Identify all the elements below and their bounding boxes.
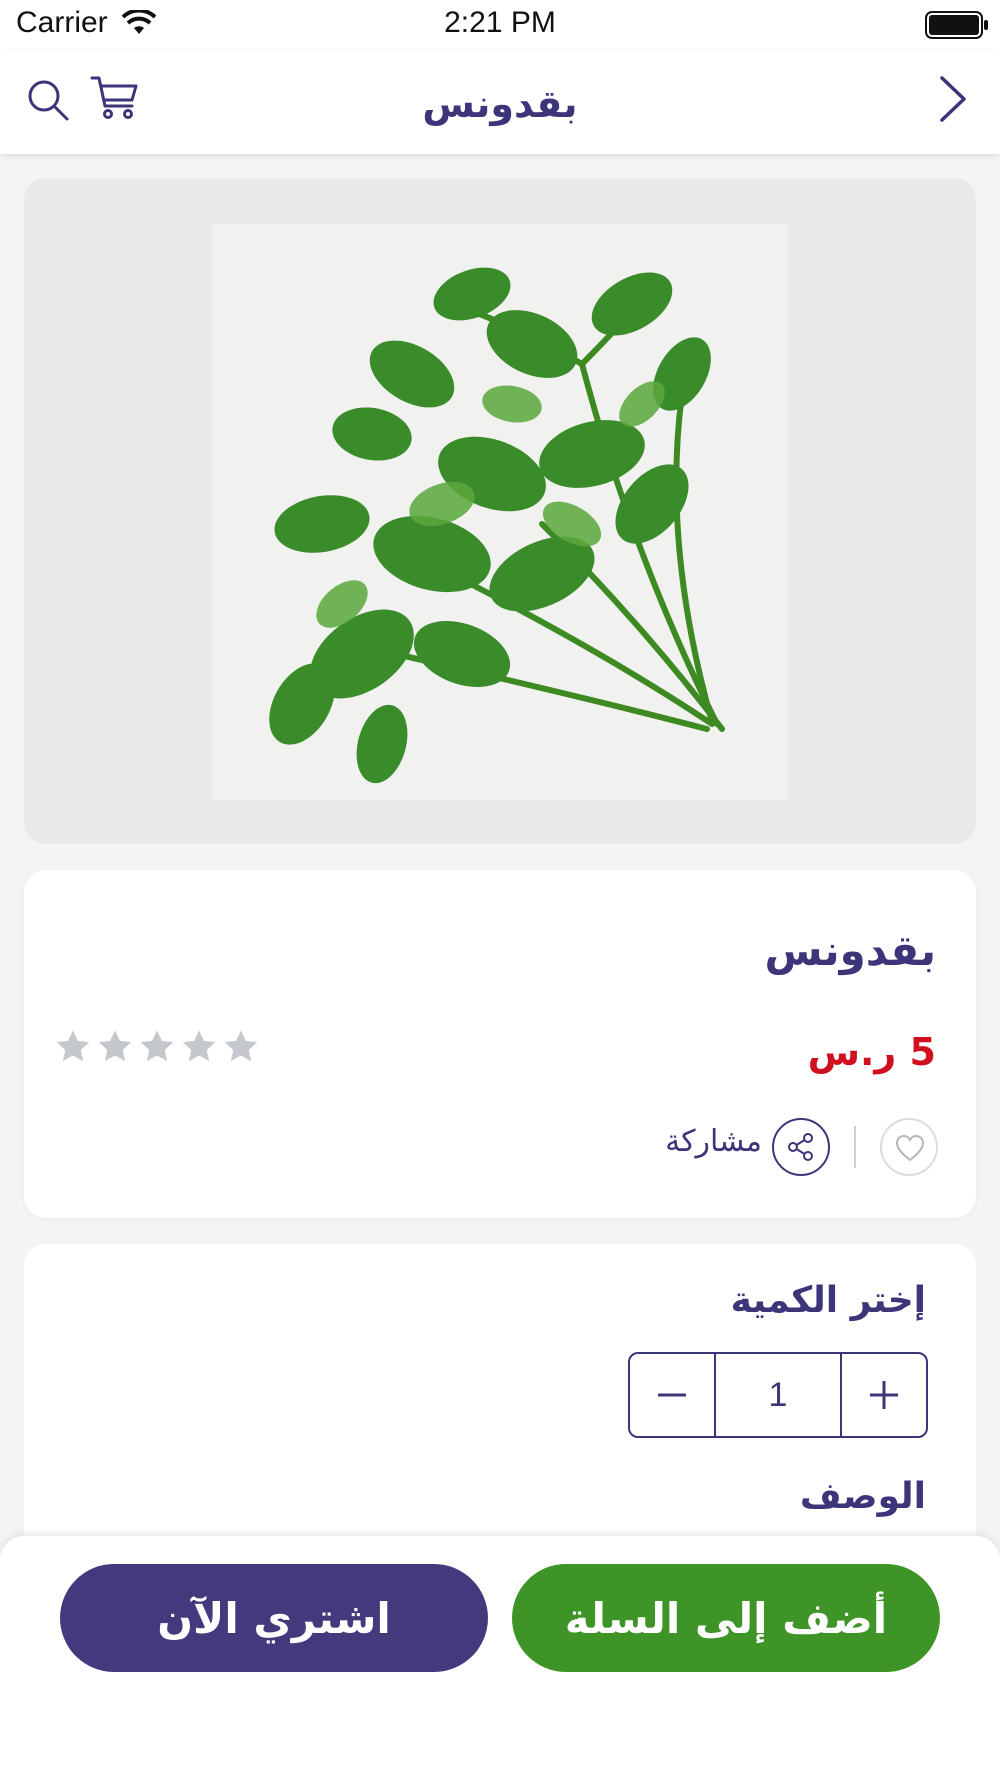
product-price: 5 ر.س: [807, 1030, 936, 1074]
add-to-cart-button[interactable]: أضف إلى السلة: [512, 1564, 940, 1672]
rating-stars[interactable]: [54, 1028, 260, 1066]
star-icon[interactable]: [96, 1028, 134, 1066]
plus-icon: [870, 1381, 898, 1409]
bottom-action-bar: اشتري الآن أضف إلى السلة: [0, 1536, 1000, 1778]
product-image: [212, 224, 788, 800]
product-name: بقدونس: [764, 926, 936, 975]
divider: [854, 1126, 856, 1168]
quantity-value[interactable]: 1: [716, 1354, 840, 1436]
quantity-title: إختر الكمية: [730, 1280, 926, 1321]
star-icon[interactable]: [222, 1028, 260, 1066]
heart-icon: [895, 1134, 925, 1162]
buy-now-button[interactable]: اشتري الآن: [60, 1564, 488, 1672]
product-image-card: [24, 178, 976, 844]
star-icon[interactable]: [180, 1028, 218, 1066]
quantity-increase-button[interactable]: [840, 1354, 926, 1436]
share-label[interactable]: مشاركة: [665, 1124, 762, 1159]
page-title: بقدونس: [422, 82, 578, 126]
nav-bar: بقدونس: [0, 50, 1000, 154]
status-time: 2:21 PM: [444, 6, 556, 39]
star-icon[interactable]: [54, 1028, 92, 1066]
quantity-decrease-button[interactable]: [630, 1354, 716, 1436]
description-title: الوصف: [799, 1476, 926, 1517]
star-icon[interactable]: [138, 1028, 176, 1066]
status-bar: Carrier 2:21 PM: [0, 0, 1000, 50]
share-icon: [788, 1133, 813, 1161]
minus-icon: [658, 1393, 686, 1397]
product-info-card: بقدونس 5 ر.س مشاركة: [24, 870, 976, 1218]
battery-icon: [925, 11, 988, 39]
back-chevron-icon[interactable]: [938, 74, 970, 124]
favorite-button[interactable]: [880, 1118, 938, 1176]
share-button[interactable]: [772, 1118, 830, 1176]
quantity-stepper: 1: [628, 1352, 928, 1438]
